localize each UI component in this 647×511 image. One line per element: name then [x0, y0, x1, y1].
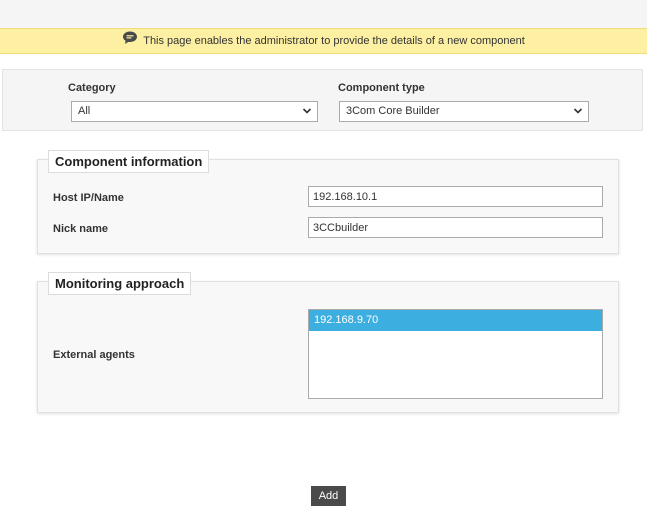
nick-name-label: Nick name [53, 223, 109, 235]
external-agents-label: External agents [53, 349, 135, 361]
filter-panel: Category All Component type 3Com Core Bu… [2, 69, 643, 131]
top-bar [0, 0, 647, 28]
chevron-down-icon [573, 106, 583, 119]
external-agents-listbox[interactable]: 192.168.9.70 [308, 309, 603, 399]
component-type-select[interactable]: 3Com Core Builder [339, 101, 589, 122]
host-label: Host IP/Name [53, 192, 124, 204]
monitoring-approach-section: Monitoring approach External agents 192.… [37, 272, 619, 413]
speech-bubble-icon [122, 31, 138, 46]
info-notice: This page enables the administrator to p… [0, 28, 647, 54]
category-label: Category [68, 82, 116, 94]
component-type-label: Component type [338, 82, 425, 94]
nick-name-input[interactable] [308, 217, 603, 238]
notice-text: This page enables the administrator to p… [143, 35, 525, 47]
add-button[interactable]: Add [311, 486, 346, 506]
chevron-down-icon [302, 106, 312, 119]
component-information-section: Component information Host IP/Name Nick … [37, 150, 619, 254]
component-information-legend: Component information [48, 150, 210, 173]
component-type-select-value: 3Com Core Builder [346, 105, 440, 117]
monitoring-approach-legend: Monitoring approach [48, 272, 192, 295]
agent-option[interactable]: 192.168.9.70 [309, 310, 602, 331]
category-select[interactable]: All [71, 101, 318, 122]
category-select-value: All [78, 105, 91, 117]
host-input[interactable] [308, 186, 603, 207]
